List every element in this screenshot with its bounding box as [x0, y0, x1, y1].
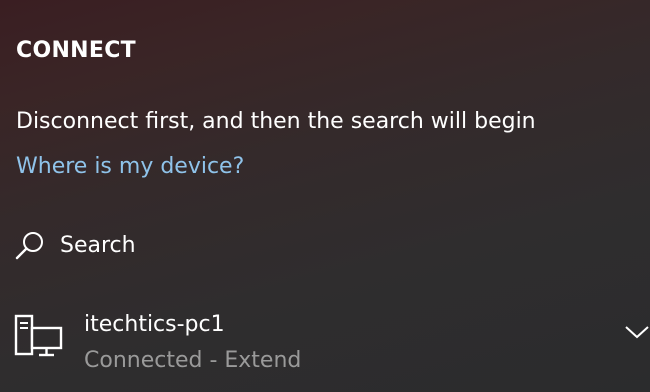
status-message: Disconnect first, and then the search wi… — [16, 109, 536, 134]
search-icon — [12, 228, 48, 264]
panel-title: CONNECT — [16, 38, 136, 63]
device-status: Connected - Extend — [84, 348, 302, 373]
where-is-my-device-link[interactable]: Where is my device? — [16, 151, 244, 183]
computer-icon — [14, 314, 64, 358]
device-name: itechtics-pc1 — [84, 312, 225, 337]
chevron-down-icon[interactable] — [624, 322, 650, 342]
search-button[interactable]: Search — [12, 224, 136, 268]
device-item-itechtics-pc1[interactable]: itechtics-pc1 Connected - Extend — [0, 300, 650, 392]
search-label: Search — [60, 233, 136, 258]
connect-panel: CONNECT Disconnect first, and then the s… — [0, 0, 650, 392]
